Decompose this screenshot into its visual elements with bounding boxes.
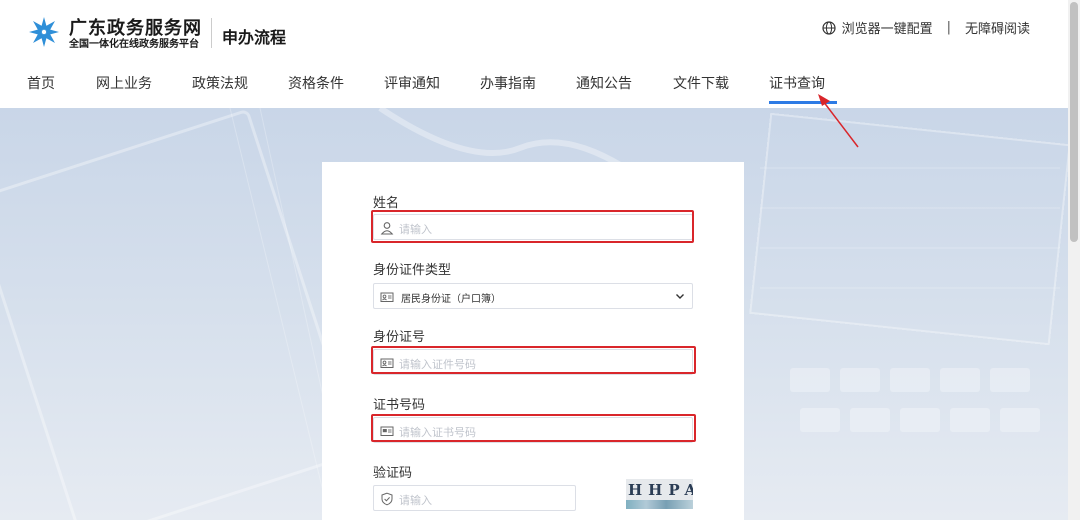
- nav-active-indicator: [769, 101, 837, 104]
- nav-item-review-notice[interactable]: 评审通知: [384, 73, 440, 93]
- captcha-input[interactable]: 请输入: [373, 485, 576, 511]
- site-header: 广东政务服务网 全国一体化在线政务服务平台 申办流程 浏览器一键配置 | 无障碍…: [0, 0, 1068, 108]
- shield-icon: [381, 492, 393, 506]
- id-number-placeholder: 请输入证件号码: [399, 358, 476, 371]
- id-type-label: 身份证件类型: [373, 263, 452, 278]
- cert-number-input[interactable]: 请输入证书号码: [373, 417, 693, 443]
- captcha-placeholder: 请输入: [399, 494, 432, 507]
- cert-number-label: 证书号码: [373, 398, 426, 413]
- brand-subtitle: 全国一体化在线政务服务平台: [69, 39, 199, 50]
- globe-icon[interactable]: [821, 20, 836, 35]
- snowflake-logo-icon[interactable]: [28, 16, 60, 48]
- main-nav: 首页 网上业务 政策法规 资格条件 评审通知 办事指南 通知公告 文件下载 证书…: [0, 64, 1068, 104]
- nav-item-downloads[interactable]: 文件下载: [673, 73, 729, 93]
- chevron-down-icon: [676, 294, 684, 299]
- nav-item-guide[interactable]: 办事指南: [480, 73, 536, 93]
- nav-item-certificate-query[interactable]: 证书查询: [769, 73, 825, 93]
- id-type-select[interactable]: 居民身份证（户口簿）: [373, 283, 693, 309]
- nav-item-qualifications[interactable]: 资格条件: [288, 73, 344, 93]
- nav-item-home[interactable]: 首页: [27, 73, 55, 93]
- name-placeholder: 请输入: [399, 223, 432, 236]
- nav-item-policies[interactable]: 政策法规: [192, 73, 248, 93]
- user-icon: [380, 222, 394, 235]
- tool-separator: |: [946, 20, 951, 35]
- id-number-input[interactable]: 请输入证件号码: [373, 349, 693, 375]
- id-card-icon: [380, 358, 394, 368]
- name-label: 姓名: [373, 196, 400, 211]
- id-card-icon: [380, 292, 394, 302]
- captcha-label: 验证码: [373, 466, 413, 481]
- nav-item-announcements[interactable]: 通知公告: [576, 73, 632, 93]
- accessibility-link[interactable]: 无障碍阅读: [965, 18, 1030, 37]
- scrollbar[interactable]: [1068, 0, 1080, 520]
- scrollbar-thumb[interactable]: [1070, 2, 1078, 242]
- divider: [211, 18, 212, 48]
- browser-config-link[interactable]: 浏览器一键配置: [842, 18, 933, 37]
- id-type-value: 居民身份证（户口簿）: [401, 294, 501, 305]
- cert-number-placeholder: 请输入证书号码: [399, 426, 476, 439]
- name-input[interactable]: 请输入: [373, 214, 693, 240]
- id-number-label: 身份证号: [373, 330, 426, 345]
- certificate-icon: [380, 426, 394, 436]
- section-title: 申办流程: [222, 28, 287, 47]
- nav-item-online-business[interactable]: 网上业务: [96, 73, 152, 93]
- header-tools: 浏览器一键配置 | 无障碍阅读: [821, 18, 1030, 37]
- captcha-image[interactable]: HHPA: [626, 479, 693, 509]
